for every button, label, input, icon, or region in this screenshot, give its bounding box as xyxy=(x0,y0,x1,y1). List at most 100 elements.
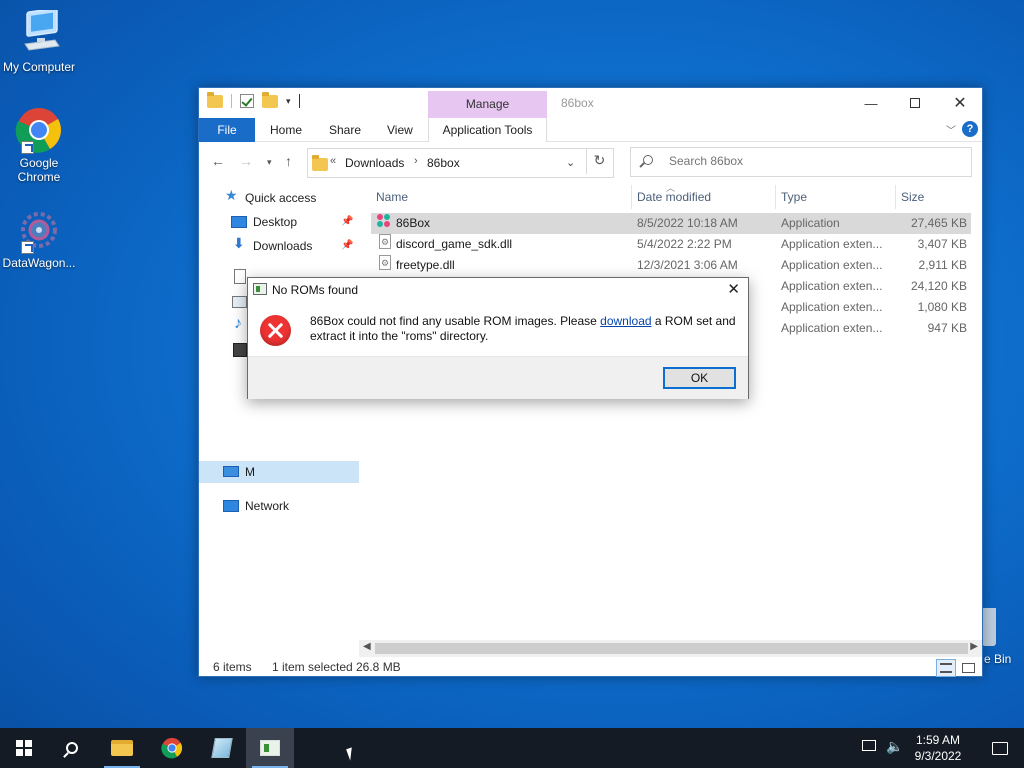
forward-button[interactable]: → xyxy=(239,153,253,169)
pictures-icon[interactable] xyxy=(232,296,247,308)
large-icons-view-icon xyxy=(962,663,975,673)
dialog-footer: OK xyxy=(248,356,748,399)
dialog-title-bar[interactable]: No ROMs found ✕ xyxy=(248,278,748,300)
taskbar-file-explorer[interactable] xyxy=(98,728,146,768)
documents-icon[interactable] xyxy=(234,269,246,284)
start-button[interactable] xyxy=(0,728,48,768)
quick-access-toolbar: ▾ xyxy=(207,91,300,108)
desktop-icon-my-computer[interactable]: My Computer xyxy=(0,7,78,74)
help-icon[interactable]: ? xyxy=(962,121,978,137)
scroll-left-icon[interactable]: ◀ xyxy=(363,641,371,652)
close-button[interactable]: ✕ xyxy=(937,88,983,118)
desktop-icon-datawagon[interactable]: DataWagon... xyxy=(0,206,78,270)
new-folder-icon[interactable] xyxy=(262,91,278,108)
music-icon[interactable]: ♪ xyxy=(234,315,242,333)
ribbon-expand-icon[interactable]: ﹀ xyxy=(946,122,956,137)
scrollbar-thumb[interactable] xyxy=(375,643,968,654)
file-size: 1,080 KB xyxy=(917,300,967,314)
maximize-button[interactable] xyxy=(892,88,938,118)
pin-icon[interactable]: 📌 xyxy=(341,211,353,233)
nav-item-label: Desktop xyxy=(253,215,298,229)
table-row[interactable]: freetype.dll 12/3/2021 3:06 AM Applicati… xyxy=(371,253,971,276)
column-divider[interactable] xyxy=(895,185,896,209)
dialog-close-button[interactable]: ✕ xyxy=(727,280,740,298)
nav-item-label: Downloads xyxy=(253,239,313,253)
videos-icon[interactable] xyxy=(233,343,247,357)
table-row[interactable]: 86Box 8/5/2022 10:18 AM Application 27,4… xyxy=(371,213,971,234)
app-window-icon xyxy=(253,283,267,295)
nav-item-desktop[interactable]: Desktop 📌 xyxy=(231,211,359,233)
back-button[interactable]: ← xyxy=(211,153,225,169)
details-view-button[interactable] xyxy=(936,659,956,677)
nav-item-label: M xyxy=(245,465,255,479)
column-header-type[interactable]: Type xyxy=(781,190,807,204)
recent-locations-chevron-icon[interactable]: ▾ xyxy=(267,157,272,168)
clock-date: 9/3/2022 xyxy=(914,749,962,763)
nav-item-network[interactable]: Network xyxy=(223,495,353,517)
nav-item-label: Network xyxy=(245,499,290,513)
horizontal-scrollbar[interactable]: ◀ ▶ xyxy=(359,640,982,657)
desktop-icon-label: DataWagon... xyxy=(2,256,76,270)
search-input[interactable] xyxy=(669,154,959,168)
taskbar-search-button[interactable] xyxy=(48,728,96,768)
breadcrumb-separator-icon[interactable]: › xyxy=(414,155,418,167)
error-dialog[interactable]: No ROMs found ✕ 86Box could not find any… xyxy=(247,277,749,399)
column-header-size[interactable]: Size xyxy=(901,190,924,204)
address-overflow[interactable]: « xyxy=(330,155,336,167)
column-divider[interactable] xyxy=(631,185,632,209)
search-icon xyxy=(643,155,653,165)
tab-home[interactable]: Home xyxy=(270,118,302,142)
column-divider[interactable] xyxy=(775,185,776,209)
action-center-button[interactable] xyxy=(976,728,1024,768)
nav-item-this-pc[interactable]: M xyxy=(199,461,359,483)
download-link[interactable]: download xyxy=(600,314,651,328)
search-box[interactable] xyxy=(630,147,972,177)
desktop-icon-label: My Computer xyxy=(2,60,76,74)
nav-item-downloads[interactable]: ⬇ Downloads 📌 xyxy=(231,235,359,257)
taskbar-app[interactable] xyxy=(198,728,246,768)
taskbar-chrome[interactable] xyxy=(148,728,196,768)
customize-toolbar-icon[interactable]: ▾ xyxy=(286,96,291,107)
refresh-icon: ↻ xyxy=(593,152,606,168)
address-history-chevron-icon[interactable]: ⌄ xyxy=(566,156,575,169)
file-size: 3,407 KB xyxy=(917,237,967,251)
tab-manage[interactable]: Manage xyxy=(428,91,547,118)
file-date: 8/5/2022 10:18 AM xyxy=(637,216,738,230)
column-header-date-modified[interactable]: Date modified xyxy=(637,190,711,204)
refresh-button[interactable]: ↻ xyxy=(586,148,612,174)
breadcrumb-86box[interactable]: 86box xyxy=(427,156,460,170)
column-header-name[interactable]: Name xyxy=(376,190,408,204)
properties-icon[interactable] xyxy=(240,94,254,108)
tab-application-tools[interactable]: Application Tools xyxy=(428,118,547,142)
large-icons-view-button[interactable] xyxy=(958,659,978,677)
scroll-right-icon[interactable]: ▶ xyxy=(970,641,978,652)
desktop-icon-recycle-bin[interactable]: e Bin xyxy=(978,604,1024,674)
taskbar-86box[interactable] xyxy=(246,728,294,768)
maximize-icon xyxy=(910,98,920,108)
tab-view[interactable]: View xyxy=(387,118,413,142)
windows-logo-icon xyxy=(16,740,32,756)
desktop-icon-google-chrome[interactable]: Google Chrome xyxy=(0,106,78,184)
title-bar[interactable]: ▾ Manage 86box — ✕ xyxy=(199,88,982,118)
volume-tray-icon[interactable]: 🔈 xyxy=(886,738,903,768)
86box-app-icon xyxy=(376,213,391,228)
network-gear-icon xyxy=(15,206,63,254)
chrome-icon xyxy=(161,737,183,759)
tray-clock[interactable]: 1:59 AM 9/3/2022 xyxy=(906,732,970,764)
ok-button[interactable]: OK xyxy=(663,367,736,389)
error-icon xyxy=(260,315,291,346)
pin-icon[interactable]: 📌 xyxy=(341,235,353,257)
breadcrumb-downloads[interactable]: Downloads xyxy=(345,156,404,170)
network-tray-icon[interactable] xyxy=(862,740,878,754)
file-name: freetype.dll xyxy=(396,258,455,272)
nav-item-quick-access[interactable]: ★ Quick access xyxy=(225,187,355,209)
dll-file-icon xyxy=(379,232,391,253)
tab-share[interactable]: Share xyxy=(329,118,361,142)
table-row[interactable]: discord_game_sdk.dll 5/4/2022 2:22 PM Ap… xyxy=(371,232,971,255)
up-button[interactable]: ↑ xyxy=(285,153,292,169)
minimize-button[interactable]: — xyxy=(848,88,894,118)
tab-file[interactable]: File xyxy=(199,118,255,142)
file-type: Application exten... xyxy=(781,237,883,251)
taskbar: 🔈 1:59 AM 9/3/2022 xyxy=(0,728,1024,768)
address-bar[interactable]: « Downloads › 86box ⌄ xyxy=(307,148,614,178)
